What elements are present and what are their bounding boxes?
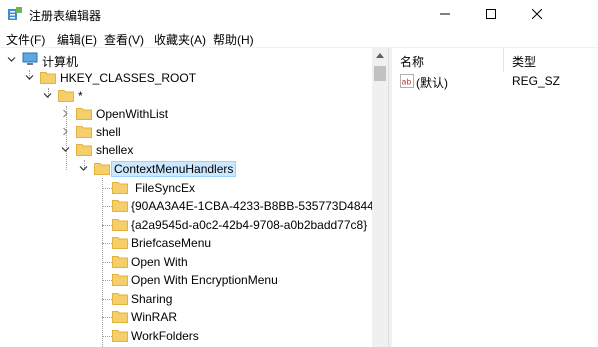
folder-icon <box>112 200 128 212</box>
chevron-right-icon[interactable] <box>61 127 70 136</box>
tree-label: ContextMenuHandlers <box>110 161 237 177</box>
value-row[interactable]: ab (默认) REG_SZ <box>392 72 598 90</box>
folder-icon <box>58 90 74 102</box>
tree-label: WinRAR <box>131 310 178 324</box>
column-header-type[interactable]: 类型 <box>504 48 598 72</box>
chevron-down-icon[interactable] <box>61 145 70 154</box>
menu-bar: 文件(F) 编辑(E) 查看(V) 收藏夹(A) 帮助(H) <box>0 28 598 48</box>
close-icon <box>532 9 542 19</box>
tree-label: Open With <box>131 255 188 269</box>
folder-icon <box>40 72 56 84</box>
folder-icon <box>112 237 128 249</box>
key-tree[interactable]: 计算机 HKEY_CLASSES_ROOT * OpenWithList she… <box>0 48 388 347</box>
tree-label: 计算机 <box>42 55 79 69</box>
tree-label: OpenWithList <box>96 107 169 121</box>
value-name: (默认) <box>416 76 448 90</box>
tree-label: WorkFolders <box>131 329 199 343</box>
tree-node-child[interactable]: WinRAR <box>0 308 372 326</box>
folder-icon <box>112 182 128 194</box>
chevron-down-icon[interactable] <box>79 164 88 173</box>
chevron-down-icon[interactable] <box>25 73 34 82</box>
folder-icon <box>112 219 128 231</box>
maximize-button[interactable] <box>468 0 514 28</box>
chevron-down-icon[interactable] <box>43 91 52 100</box>
tree-label: Open With EncryptionMenu <box>131 273 278 287</box>
tree-label: HKEY_CLASSES_ROOT <box>60 71 197 85</box>
close-button[interactable] <box>514 0 560 28</box>
tree-node-shellex[interactable]: shellex <box>0 141 360 159</box>
tree-label: FileSyncEx <box>135 181 196 195</box>
regedit-icon <box>8 7 22 20</box>
string-value-icon: ab <box>400 74 414 88</box>
chevron-down-icon[interactable] <box>7 55 16 64</box>
tree-node-contextmenuhandlers[interactable]: ContextMenuHandlers <box>0 160 360 178</box>
folder-icon <box>112 256 128 268</box>
tree-scrollbar[interactable] <box>372 48 388 347</box>
tree-node-child[interactable]: BriefcaseMenu <box>0 234 372 252</box>
scroll-up-icon[interactable] <box>376 52 384 58</box>
tree-label: * <box>78 89 83 103</box>
chevron-right-icon[interactable] <box>61 109 70 118</box>
scroll-thumb[interactable] <box>374 66 386 81</box>
maximize-icon <box>486 9 496 19</box>
folder-icon <box>76 108 92 120</box>
tree-node-star[interactable]: * <box>0 87 360 105</box>
tree-label: shellex <box>96 143 134 157</box>
values-list[interactable]: 名称 类型 ab (默认) REG_SZ <box>392 48 598 347</box>
folder-icon <box>76 126 92 138</box>
tree-node-child[interactable]: FileSyncEx <box>0 179 372 197</box>
minimize-icon <box>440 13 450 15</box>
menu-file[interactable]: 文件(F) <box>6 31 45 48</box>
value-type: REG_SZ <box>512 74 561 88</box>
tree-label: {a2a9545d-a0c2-42b4-9708-a0b2badd77c8} <box>131 218 368 232</box>
tree-node-computer[interactable]: 计算机 <box>0 51 360 69</box>
tree-node-child[interactable]: Open With <box>0 253 372 271</box>
computer-icon <box>22 52 38 65</box>
menu-view[interactable]: 查看(V) <box>104 31 144 48</box>
folder-icon <box>112 330 128 342</box>
tree-label: shell <box>96 125 121 139</box>
tree-node-hkcr[interactable]: HKEY_CLASSES_ROOT <box>0 69 360 87</box>
window-title: 注册表编辑器 <box>29 9 102 23</box>
folder-icon <box>76 144 92 156</box>
tree-node-child[interactable]: WorkFolders <box>0 327 372 345</box>
title-bar: 注册表编辑器 <box>0 0 598 28</box>
tree-node-child[interactable]: {90AA3A4E-1CBA-4233-B8BB-535773D48449 <box>0 197 381 215</box>
folder-icon <box>112 274 128 286</box>
tree-label: BriefcaseMenu <box>131 236 212 250</box>
column-header-name[interactable]: 名称 <box>392 48 504 72</box>
column-header-label: 名称 <box>400 55 425 69</box>
column-header-label: 类型 <box>512 55 537 69</box>
tree-node-child[interactable]: Sharing <box>0 290 372 308</box>
tree-node-shell[interactable]: shell <box>0 123 360 141</box>
minimize-button[interactable] <box>422 0 468 28</box>
menu-help[interactable]: 帮助(H) <box>213 31 254 48</box>
folder-open-icon <box>94 163 110 175</box>
tree-label: {90AA3A4E-1CBA-4233-B8BB-535773D48449 <box>131 199 381 213</box>
menu-favorites[interactable]: 收藏夹(A) <box>154 31 206 48</box>
tree-node-openwithlist[interactable]: OpenWithList <box>0 105 360 123</box>
svg-text:ab: ab <box>402 78 412 87</box>
tree-node-child[interactable]: {a2a9545d-a0c2-42b4-9708-a0b2badd77c8} <box>0 216 372 234</box>
folder-icon <box>112 293 128 305</box>
folder-icon <box>112 311 128 323</box>
tree-node-child[interactable]: Open With EncryptionMenu <box>0 271 372 289</box>
tree-label: Sharing <box>131 292 173 306</box>
menu-edit[interactable]: 编辑(E) <box>57 31 97 48</box>
